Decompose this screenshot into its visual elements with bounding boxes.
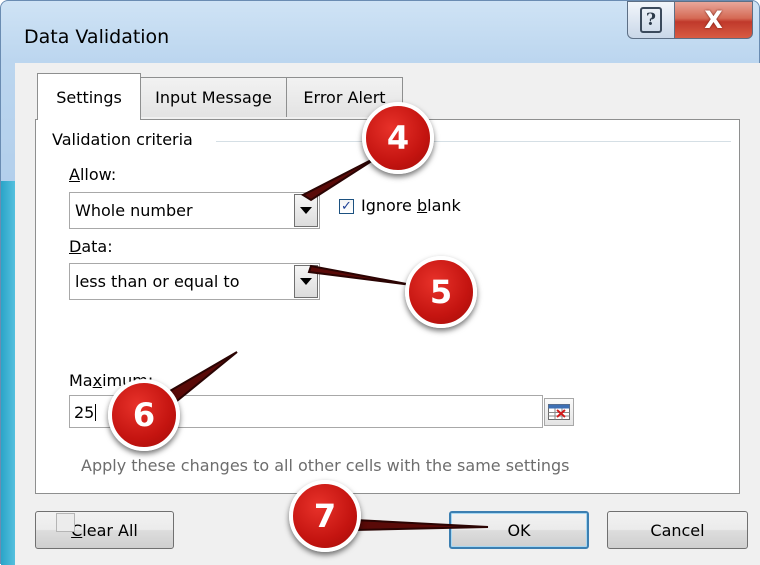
callout-badge-6: 6 (108, 379, 180, 451)
range-select-icon (548, 404, 570, 420)
allow-value: Whole number (75, 201, 193, 220)
tab-settings[interactable]: Settings (37, 73, 141, 120)
dialog-title: Data Validation (24, 26, 170, 48)
allow-label: Allow: (69, 165, 117, 184)
range-select-button[interactable] (544, 398, 574, 426)
cancel-button[interactable]: Cancel (607, 511, 748, 549)
help-icon: ? (640, 7, 662, 33)
checkmark-icon: ✓ (341, 199, 352, 214)
allow-dropdown[interactable]: Whole number (69, 192, 320, 229)
close-button[interactable]: X (674, 1, 753, 39)
tab-input-message[interactable]: Input Message (140, 77, 287, 117)
callout-badge-7: 7 (289, 480, 361, 552)
chevron-down-icon (300, 278, 312, 285)
data-dropdown[interactable]: less than or equal to (69, 263, 320, 300)
dialog-window: Data Validation ? X Settings Input Messa… (0, 0, 760, 565)
data-value: less than or equal to (75, 272, 240, 291)
chevron-down-icon (300, 207, 312, 214)
allow-dropdown-button[interactable] (294, 194, 318, 227)
callout-badge-4: 4 (362, 102, 434, 174)
ignore-blank-label: Ignore blank (361, 196, 461, 215)
apply-all-label: Apply these changes to all other cells w… (81, 456, 570, 475)
validation-criteria-label: Validation criteria (52, 130, 199, 149)
callout-badge-5: 5 (405, 256, 477, 328)
close-icon: X (704, 6, 723, 34)
apply-all-checkbox[interactable] (56, 513, 75, 532)
ignore-blank-checkbox[interactable]: ✓ (339, 199, 354, 214)
text-caret (95, 404, 97, 421)
data-dropdown-button[interactable] (294, 265, 318, 298)
data-label: Data: (69, 237, 113, 256)
background-strip (1, 181, 15, 565)
ok-button[interactable]: OK (449, 511, 589, 549)
maximum-value: 25 (74, 403, 95, 422)
group-divider (216, 141, 731, 142)
help-button[interactable]: ? (627, 1, 675, 39)
